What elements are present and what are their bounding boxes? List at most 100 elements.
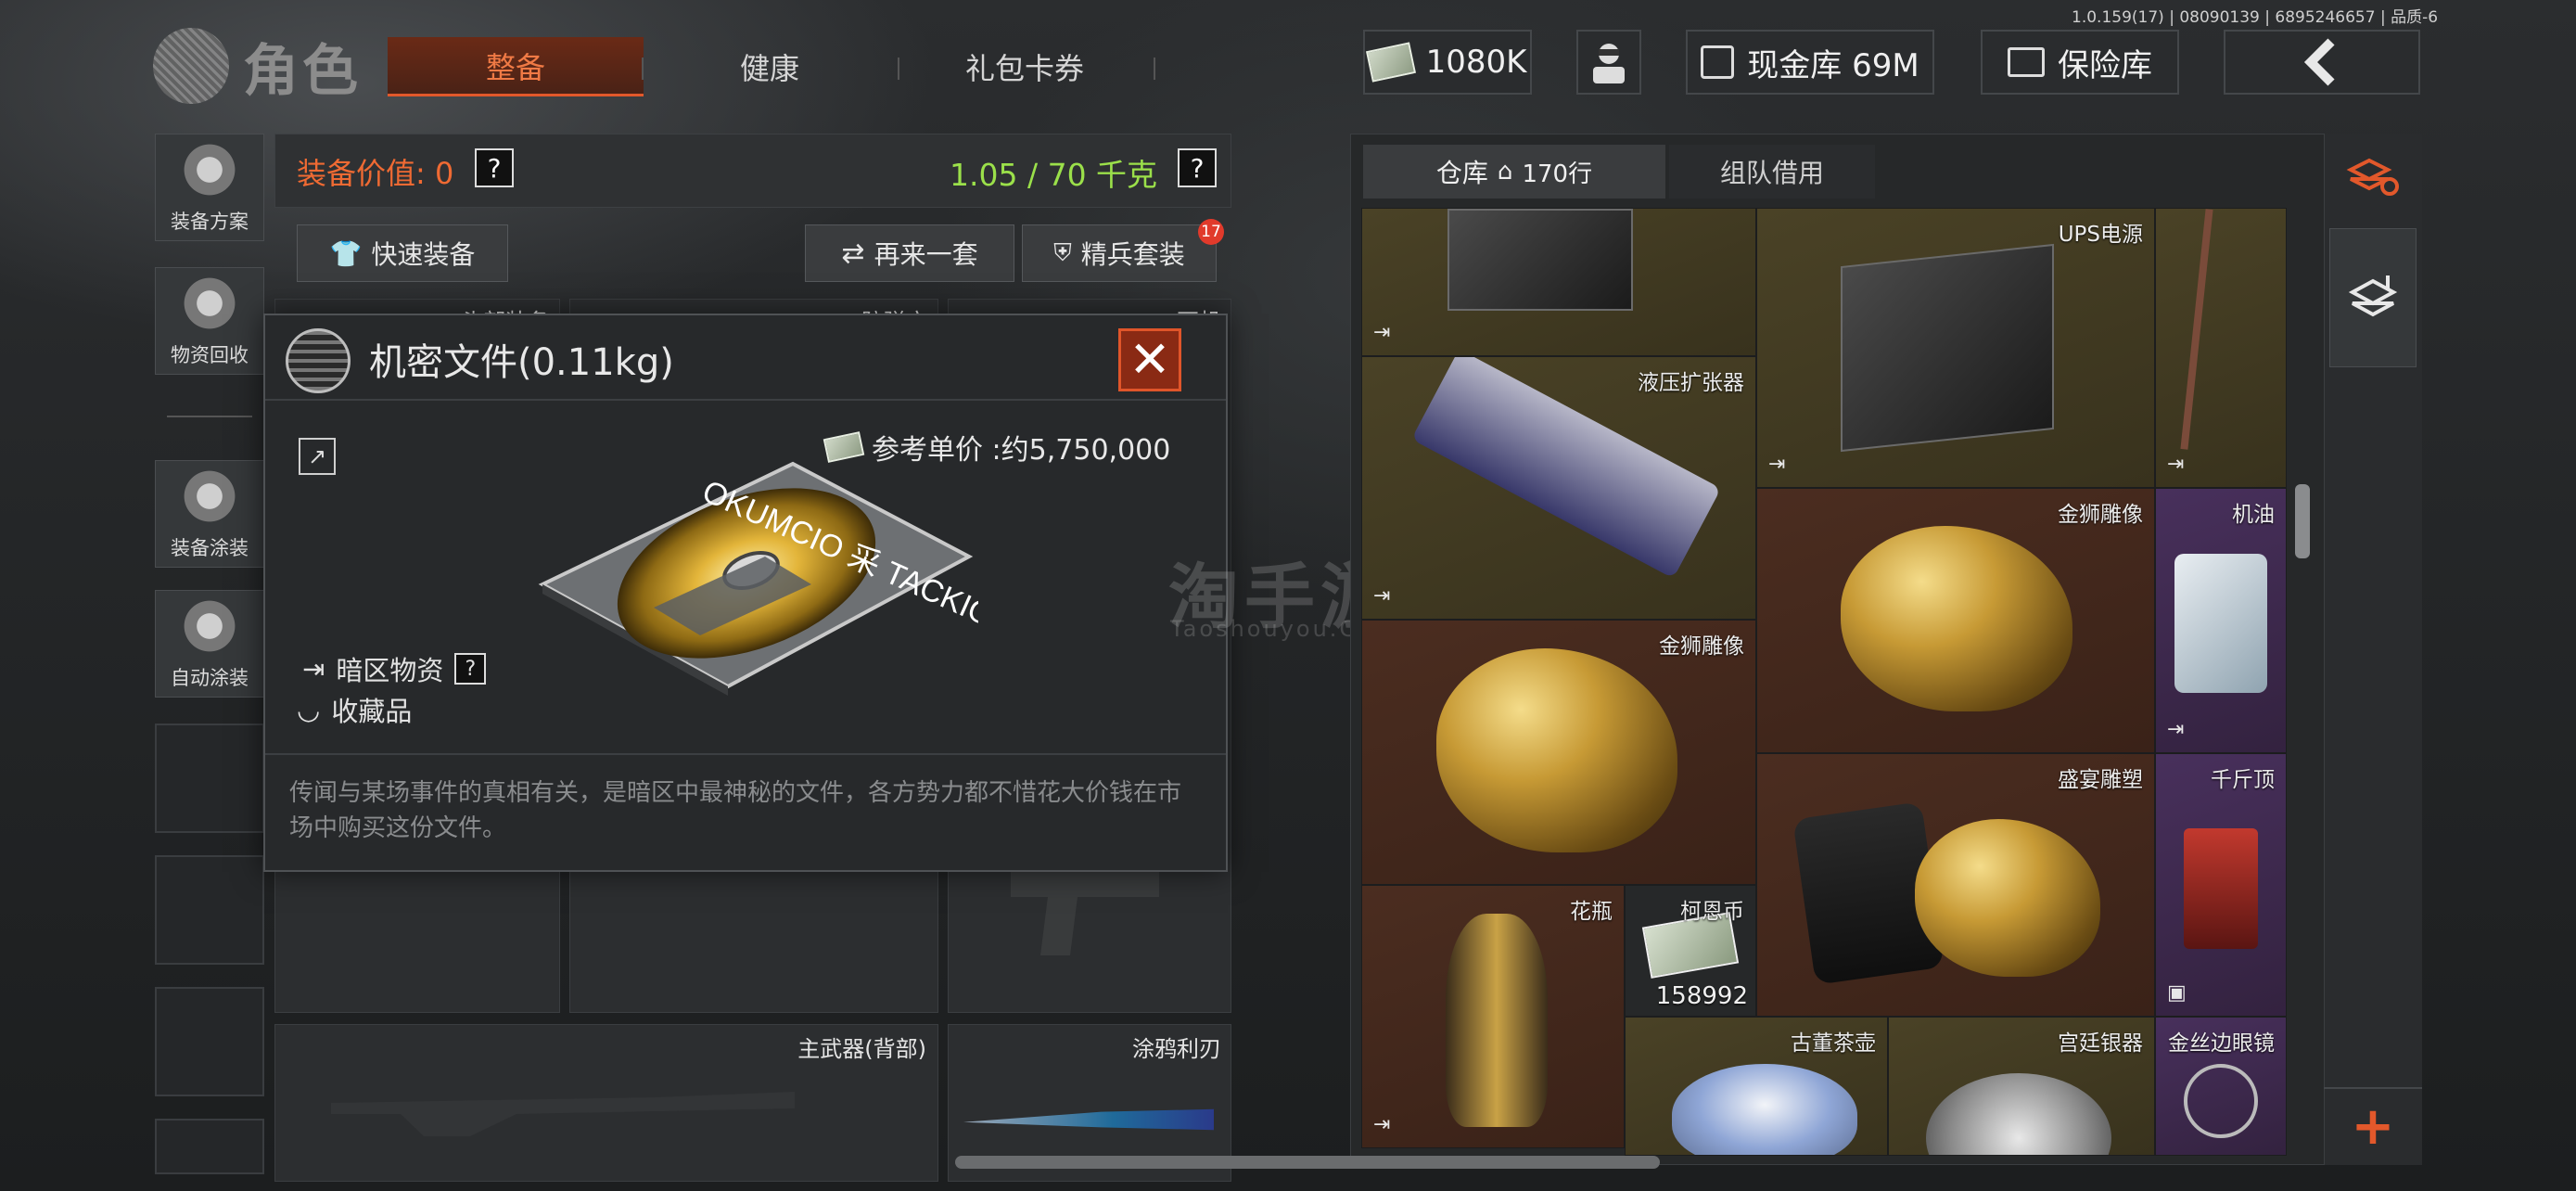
home-icon: ⌂ <box>1497 158 1513 186</box>
sidebar-item-label: 物资回收 <box>171 344 249 366</box>
layers-download-icon <box>2348 275 2398 317</box>
collectible-icon: ◡ <box>297 694 321 725</box>
slot-label: 涂鸦利刃 <box>1132 1036 1221 1062</box>
money-icon <box>1365 42 1416 83</box>
item-cell-antique-teapot[interactable]: 古董茶壶 <box>1625 1017 1888 1156</box>
sidebar-divider <box>167 416 252 417</box>
item-cell-safe[interactable]: ⇥ <box>1361 208 1756 356</box>
item-name: 花瓶 <box>1570 900 1613 924</box>
operator-icon <box>1593 44 1625 83</box>
item-cell-rod[interactable]: ⇥ <box>2155 208 2287 488</box>
row-count: 170行 <box>1522 160 1593 188</box>
tab-storage[interactable]: 仓库 ⌂ 170行 <box>1363 145 1665 198</box>
quick-equip-button[interactable]: 👕 快速装备 <box>297 224 508 282</box>
box-icon: ▣ <box>2167 981 2187 1005</box>
item-cell-feast-sculpture[interactable]: 盛宴雕塑 <box>1756 753 2155 1017</box>
equipment-value: 装备价值: 0 <box>297 156 454 191</box>
sort-stack-button[interactable] <box>2329 139 2417 213</box>
item-cell-ups[interactable]: UPS电源 ⇥ <box>1756 208 2155 488</box>
item-name: 宫廷银器 <box>2058 1031 2143 1056</box>
item-title: 机密文件(0.11kg) <box>369 341 674 384</box>
item-cell-jack[interactable]: 千斤顶 ▣ <box>2155 753 2287 1017</box>
currency-value: 1080K <box>1425 44 1527 81</box>
tab-divider <box>642 58 644 80</box>
item-cell-hydraulic-spreader[interactable]: 液压扩张器 ⇥ <box>1361 356 1756 620</box>
tab-divider <box>1154 58 1155 80</box>
shirt-icon: 👕 <box>329 237 363 269</box>
glasses-icon <box>2184 1064 2258 1138</box>
silver-plate-icon <box>1926 1073 2111 1155</box>
sidebar-item-loadout-plan[interactable]: 装备方案 <box>155 134 264 241</box>
refresh-icon: ⇄ <box>841 237 865 270</box>
warehouse-scrollbar[interactable] <box>2295 484 2310 558</box>
item-cell-gold-lion[interactable]: 金狮雕像 <box>1756 488 2155 753</box>
rail-divider <box>2324 1087 2422 1089</box>
item-cell-engine-oil[interactable]: 机油 ⇥ <box>2155 488 2287 753</box>
elite-set-button[interactable]: ⛨ 精兵套装 <box>1022 224 1217 282</box>
back-button[interactable] <box>2224 30 2420 95</box>
item-name: 金丝边眼镜 <box>2168 1031 2275 1056</box>
empty-side-slot <box>155 1119 264 1174</box>
brush-gear-icon <box>180 596 239 656</box>
jack-icon <box>2184 828 2258 949</box>
safe-item-icon <box>1447 209 1633 311</box>
reroll-button[interactable]: ⇄ 再来一套 <box>805 224 1014 282</box>
item-cell-vase[interactable]: 花瓶 ⇥ <box>1361 885 1625 1148</box>
tab-team-borrow[interactable]: 组队借用 <box>1669 145 1875 198</box>
tab-gift-cards[interactable]: 礼包卡券 <box>918 37 1131 96</box>
tag-collectible: ◡ 收藏品 <box>297 690 412 729</box>
help-icon[interactable]: ? <box>475 148 514 187</box>
exit-icon: ⇥ <box>1373 584 1391 608</box>
horizontal-scrollbar[interactable] <box>955 1156 1660 1169</box>
empty-side-slot <box>155 724 264 833</box>
popup-divider <box>265 753 1226 755</box>
elite-set-label: 精兵套装 <box>1080 239 1185 270</box>
help-icon[interactable]: ? <box>454 653 487 685</box>
globe-logo-icon <box>153 28 229 104</box>
share-icon[interactable]: ↗ <box>299 438 336 475</box>
knife-icon <box>963 1108 1214 1131</box>
primary-weapon-back-slot[interactable]: 主武器(背部) <box>274 1024 938 1182</box>
helmet-paint-icon <box>180 467 239 526</box>
sidebar-item-equip-paint[interactable]: 装备涂装 <box>155 460 264 568</box>
helmet-plan-icon <box>180 140 239 199</box>
sidebar-item-recycle[interactable]: 物资回收 <box>155 267 264 375</box>
item-name: 盛宴雕塑 <box>2058 768 2143 792</box>
gold-lion-icon <box>1841 526 2072 711</box>
item-cell-gold-glasses[interactable]: 金丝边眼镜 <box>2155 1017 2287 1156</box>
vault-icon <box>1701 45 1735 79</box>
tag-label: 暗区物资 <box>336 655 444 686</box>
ups-item-icon <box>1841 243 2054 453</box>
tab-health[interactable]: 健康 <box>668 37 872 96</box>
gold-lion-icon <box>1436 648 1677 852</box>
layer-download-button[interactable] <box>2329 228 2417 367</box>
currency-display[interactable]: 1080K <box>1363 30 1532 95</box>
popup-divider <box>265 399 1226 401</box>
item-name: 柯恩币 <box>1680 900 1744 924</box>
cash-vault-button[interactable]: 现金库 69M <box>1686 30 1934 95</box>
tab-equip[interactable]: 整备 <box>388 37 644 96</box>
exit-icon: ⇥ <box>302 653 325 685</box>
operator-button[interactable] <box>1576 30 1641 95</box>
feast-bust-icon <box>1915 819 2100 977</box>
item-cell-court-silverware[interactable]: 宫廷银器 <box>1888 1017 2155 1156</box>
add-button[interactable]: + <box>2329 1091 2417 1161</box>
page-title: 角色 <box>243 39 362 104</box>
help-icon[interactable]: ? <box>1178 148 1217 187</box>
empty-side-slot <box>155 987 264 1096</box>
sidebar-item-label: 装备涂装 <box>171 537 249 559</box>
notification-badge: 17 <box>1198 219 1224 245</box>
globe-icon <box>286 328 351 393</box>
weight-value: 1.05 / 70 千克 <box>950 157 1158 193</box>
close-button[interactable]: ✕ <box>1118 328 1181 391</box>
recycle-mascot-icon <box>180 274 239 333</box>
item-cell-coin[interactable]: 柯恩币 158992 <box>1625 885 1756 1017</box>
item-cell-gold-lion[interactable]: 金狮雕像 <box>1361 620 1756 885</box>
exit-icon: ⇥ <box>1373 1113 1391 1136</box>
item-name: 液压扩张器 <box>1638 371 1744 395</box>
sidebar-item-auto-paint[interactable]: 自动涂装 <box>155 590 264 698</box>
item-name: 金狮雕像 <box>1659 634 1744 659</box>
safe-button[interactable]: 保险库 <box>1981 30 2179 95</box>
teapot-icon <box>1672 1064 1857 1155</box>
rod-item-icon <box>2180 209 2213 450</box>
